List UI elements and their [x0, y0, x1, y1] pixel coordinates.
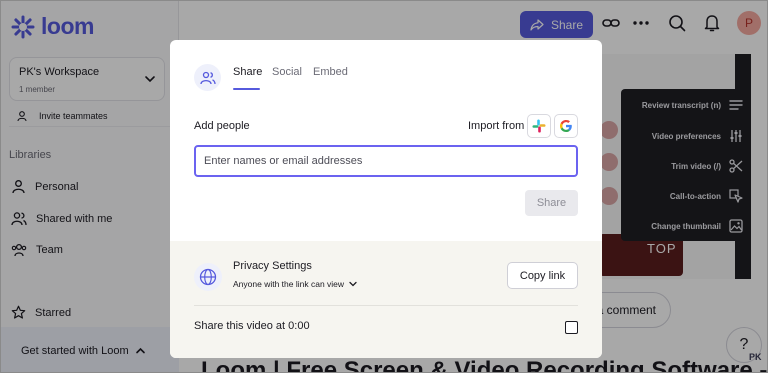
import-slack-button[interactable] — [527, 114, 551, 138]
privacy-section: Privacy Settings Anyone with the link ca… — [170, 241, 602, 358]
active-tab-indicator — [233, 88, 260, 90]
share-button[interactable]: Share — [525, 190, 578, 216]
app-window: loom PK's Workspace 1 member Invite team… — [0, 0, 768, 373]
share-time-label: Share this video at 0:00 — [194, 320, 310, 332]
copy-link-button[interactable]: Copy link — [507, 262, 578, 289]
tab-embed[interactable]: Embed — [313, 66, 348, 78]
tab-social[interactable]: Social — [272, 66, 302, 78]
share-time-checkbox[interactable] — [565, 321, 578, 334]
chevron-down-icon — [349, 281, 357, 287]
privacy-dropdown[interactable]: Anyone with the link can view — [233, 279, 357, 289]
import-google-button[interactable] — [554, 114, 578, 138]
import-from-label: Import from — [468, 120, 525, 132]
google-icon — [560, 120, 572, 132]
share-people-icon — [194, 64, 221, 91]
slack-icon — [532, 119, 546, 133]
globe-icon — [194, 263, 222, 291]
divider — [194, 305, 578, 306]
tab-share[interactable]: Share — [233, 66, 262, 78]
add-people-label: Add people — [194, 120, 250, 132]
email-field[interactable] — [194, 145, 578, 177]
share-modal: Share Social Embed Add people Import fro… — [170, 40, 602, 358]
privacy-title: Privacy Settings — [233, 260, 312, 272]
privacy-value: Anyone with the link can view — [233, 279, 345, 289]
